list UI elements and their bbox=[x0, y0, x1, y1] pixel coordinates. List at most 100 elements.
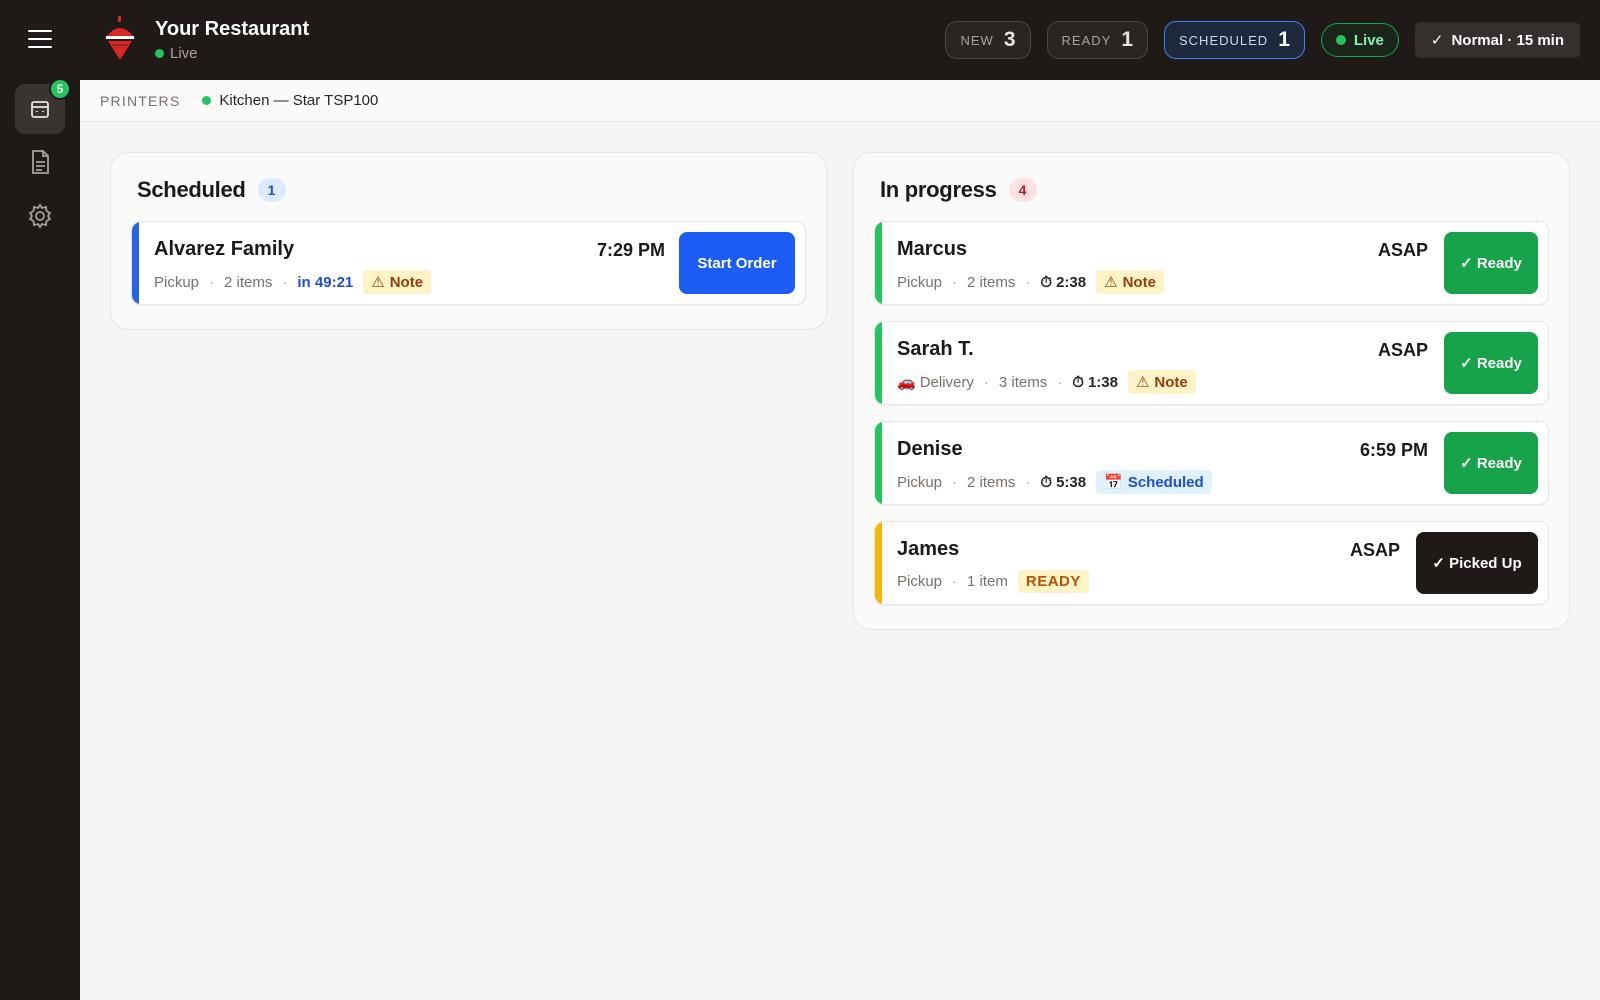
top-bar: Your Restaurant Live NEW 3 READY 1 SCHED… bbox=[0, 0, 1600, 80]
order-stripe bbox=[875, 322, 882, 404]
order-stripe bbox=[875, 522, 882, 604]
rail-orders-button[interactable]: 5 bbox=[15, 78, 71, 134]
order-timer: ⏱ 1:38 bbox=[1072, 374, 1118, 391]
order-type-wrap: 🚗 Delivery bbox=[897, 373, 974, 392]
mark-picked-up-button[interactable]: ✓ Picked Up bbox=[1416, 532, 1538, 594]
printer-status[interactable]: Kitchen — Star TSP100 bbox=[202, 92, 378, 109]
live-label: Live bbox=[1353, 31, 1384, 49]
scheduled-count-pill[interactable]: SCHEDULED 1 bbox=[1164, 21, 1305, 59]
order-type: Pickup bbox=[897, 573, 943, 590]
warning-icon: ⚠ bbox=[371, 274, 385, 291]
ready-count: 1 bbox=[1121, 28, 1133, 51]
order-items: 1 item bbox=[967, 573, 1008, 590]
order-meta: 🚗 Delivery · 3 items · ⏱ 1:38 ⚠ Note bbox=[897, 370, 1196, 394]
order-time: 7:29 PM bbox=[596, 240, 665, 260]
panel-count-badge: 4 bbox=[1008, 178, 1037, 202]
order-customer-name: Marcus bbox=[897, 238, 968, 260]
order-card[interactable]: Sarah T. 🚗 Delivery · 3 items · ⏱ 1:38 ⚠… bbox=[874, 321, 1549, 405]
warning-icon: ⚠ bbox=[1104, 274, 1118, 291]
note-tag[interactable]: ⚠ Note bbox=[1096, 270, 1164, 294]
note-tag-label: Note bbox=[1122, 273, 1156, 291]
start-order-button[interactable]: Start Order bbox=[679, 232, 795, 294]
printer-name: Kitchen — Star TSP100 bbox=[219, 92, 379, 109]
order-meta: Pickup · 2 items · in 49:21 ⚠ Note bbox=[154, 270, 432, 294]
separator: · bbox=[1025, 473, 1031, 491]
separator: · bbox=[1025, 273, 1031, 291]
order-card[interactable]: Denise Pickup · 2 items · ⏱ 5:38 📅 Sched… bbox=[874, 421, 1549, 505]
printers-label: PRINTERS bbox=[100, 92, 181, 109]
order-timer-value: 2:38 bbox=[1056, 273, 1087, 291]
order-type: Pickup bbox=[897, 273, 943, 291]
gear-icon bbox=[28, 203, 52, 229]
order-timer: ⏱ 2:38 bbox=[1040, 274, 1086, 291]
mark-ready-button[interactable]: ✓ Ready bbox=[1444, 332, 1538, 394]
order-card[interactable]: James Pickup · 1 item READY ASAP ✓ Picke… bbox=[874, 521, 1549, 605]
store-icon bbox=[31, 101, 49, 118]
scheduled-count: 1 bbox=[1278, 28, 1290, 51]
brand-status: Live bbox=[155, 45, 309, 62]
orders-badge: 5 bbox=[49, 78, 71, 100]
order-time: ASAP bbox=[1349, 540, 1400, 560]
menu-icon[interactable] bbox=[28, 30, 52, 48]
scheduled-panel-header: Scheduled 1 bbox=[137, 177, 806, 203]
new-count: 3 bbox=[1003, 28, 1016, 51]
order-items: 3 items bbox=[998, 373, 1048, 391]
order-customer-name: Alvarez Family bbox=[154, 238, 295, 260]
live-dot-icon bbox=[155, 49, 164, 58]
rail-settings-button[interactable] bbox=[15, 191, 65, 241]
order-card[interactable]: Marcus Pickup · 2 items · ⏱ 2:38 ⚠ Note … bbox=[874, 221, 1549, 305]
order-eta: in 49:21 bbox=[297, 273, 354, 291]
ready-label: READY bbox=[1061, 32, 1112, 48]
order-timer-value: 5:38 bbox=[1056, 473, 1087, 491]
separator: · bbox=[209, 273, 215, 291]
order-customer-name: Sarah T. bbox=[897, 338, 974, 360]
printer-online-dot-icon bbox=[202, 96, 212, 105]
mark-ready-button[interactable]: ✓ Ready bbox=[1444, 232, 1538, 294]
order-time: ASAP bbox=[1377, 240, 1428, 260]
prep-time-mode-label: Normal · 15 min bbox=[1451, 31, 1564, 49]
calendar-icon: 📅 bbox=[1104, 474, 1123, 491]
prep-time-mode-button[interactable]: ✓ Normal · 15 min bbox=[1414, 22, 1580, 58]
order-customer-name: Denise bbox=[897, 438, 963, 460]
mark-ready-button[interactable]: ✓ Ready bbox=[1444, 432, 1538, 494]
scheduled-label: SCHEDULED bbox=[1179, 32, 1269, 48]
order-type: Pickup bbox=[897, 473, 943, 491]
in-progress-panel-header: In progress 4 bbox=[880, 177, 1549, 203]
order-meta: Pickup · 2 items · ⏱ 5:38 📅 Scheduled bbox=[897, 470, 1212, 494]
note-tag[interactable]: ⚠ Note bbox=[1127, 370, 1196, 394]
panel-title: Scheduled bbox=[137, 177, 246, 202]
car-icon: 🚗 bbox=[897, 374, 916, 391]
ready-status-badge: READY bbox=[1017, 570, 1089, 593]
order-items: 2 items bbox=[967, 473, 1016, 491]
order-card[interactable]: Alvarez Family Pickup · 2 items · in 49:… bbox=[131, 221, 806, 305]
order-stripe bbox=[875, 422, 882, 504]
new-count-pill[interactable]: NEW 3 bbox=[945, 21, 1031, 59]
ready-count-pill[interactable]: READY 1 bbox=[1046, 21, 1148, 59]
separator: · bbox=[952, 473, 958, 491]
document-icon bbox=[32, 150, 49, 174]
status-pills: NEW 3 READY 1 SCHEDULED 1 Live ✓ Normal … bbox=[945, 21, 1580, 59]
note-tag[interactable]: ⚠ Note bbox=[363, 270, 432, 294]
warning-icon: ⚠ bbox=[1135, 374, 1150, 391]
note-tag-label: Note bbox=[389, 273, 424, 291]
in-progress-panel: In progress 4 Marcus Pickup · 2 items · … bbox=[853, 152, 1570, 630]
order-meta: Pickup · 2 items · ⏱ 2:38 ⚠ Note bbox=[897, 270, 1164, 294]
separator: · bbox=[282, 273, 288, 291]
restaurant-logo bbox=[106, 16, 134, 60]
separator: · bbox=[952, 573, 958, 590]
stopwatch-icon: ⏱ bbox=[1040, 473, 1053, 491]
order-time: ASAP bbox=[1377, 340, 1428, 360]
order-items: 2 items bbox=[967, 273, 1016, 291]
stopwatch-icon: ⏱ bbox=[1072, 373, 1084, 391]
live-toggle[interactable]: Live bbox=[1320, 23, 1399, 57]
order-meta: Pickup · 1 item READY bbox=[897, 570, 1089, 593]
printers-bar: PRINTERS Kitchen — Star TSP100 bbox=[80, 80, 1600, 122]
check-icon: ✓ bbox=[1430, 32, 1444, 49]
order-time: 6:59 PM bbox=[1359, 440, 1428, 460]
separator: · bbox=[1057, 373, 1063, 391]
rail-reports-button[interactable] bbox=[15, 137, 65, 187]
brand-status-label: Live bbox=[170, 45, 198, 62]
order-items: 2 items bbox=[224, 273, 273, 291]
order-stripe bbox=[132, 222, 139, 304]
stopwatch-icon: ⏱ bbox=[1040, 273, 1053, 291]
